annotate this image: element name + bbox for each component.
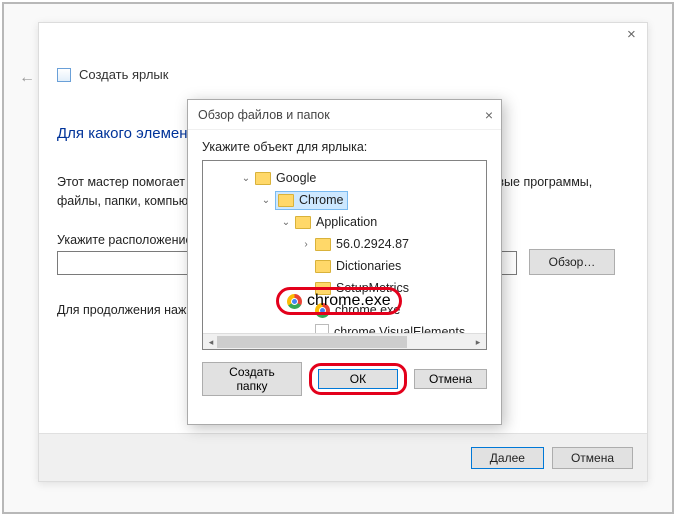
- dialog-titlebar: Обзор файлов и папок ×: [188, 100, 501, 130]
- chevron-down-icon[interactable]: ⌄: [241, 173, 251, 184]
- chevron-down-icon[interactable]: ⌄: [281, 217, 291, 228]
- highlight-chrome-exe: chrome.exe: [276, 287, 402, 315]
- folder-icon: [295, 216, 311, 229]
- dialog-prompt: Укажите объект для ярлыка:: [188, 130, 501, 160]
- tree-node-application[interactable]: ⌄ Application: [203, 211, 486, 233]
- scroll-right-icon[interactable]: ▸: [470, 334, 486, 350]
- tree-label: 56.0.2924.87: [336, 237, 409, 251]
- tree-node-google[interactable]: ⌄ Google: [203, 167, 486, 189]
- wizard-footer: Далее Отмена: [39, 433, 647, 481]
- dialog-buttons: Создать папку ОК Отмена: [188, 350, 501, 396]
- close-icon[interactable]: ×: [485, 107, 493, 123]
- back-icon[interactable]: ←: [19, 69, 35, 87]
- tree-node-chrome[interactable]: ⌄ Chrome: [203, 189, 486, 211]
- close-icon[interactable]: ×: [627, 29, 639, 41]
- wizard-title: Создать ярлык: [79, 67, 168, 82]
- wizard-title-row: Создать ярлык: [57, 67, 168, 82]
- tree-label: Chrome: [299, 193, 343, 207]
- dialog-cancel-button[interactable]: Отмена: [414, 369, 487, 389]
- create-folder-button[interactable]: Создать папку: [202, 362, 302, 396]
- folder-tree[interactable]: ⌄ Google ⌄ Chrome ⌄ Application ›: [202, 160, 487, 350]
- tree-node-dictionaries[interactable]: Dictionaries: [203, 255, 486, 277]
- tree-label: Dictionaries: [336, 259, 401, 273]
- tree-node-version[interactable]: › 56.0.2924.87: [203, 233, 486, 255]
- folder-icon: [255, 172, 271, 185]
- chrome-icon: [287, 294, 302, 309]
- tree-label: Application: [316, 215, 377, 229]
- ok-button[interactable]: ОК: [318, 369, 398, 389]
- chevron-down-icon[interactable]: ⌄: [261, 195, 271, 206]
- browse-button[interactable]: Обзор…: [529, 249, 615, 275]
- cancel-button[interactable]: Отмена: [552, 447, 633, 469]
- highlight-ok: ОК: [309, 363, 407, 395]
- folder-icon: [278, 194, 294, 207]
- next-button[interactable]: Далее: [471, 447, 544, 469]
- browse-dialog: Обзор файлов и папок × Укажите объект дл…: [187, 99, 502, 425]
- tree-label: Google: [276, 171, 316, 185]
- chevron-right-icon[interactable]: ›: [301, 239, 311, 250]
- folder-icon: [315, 260, 331, 273]
- scroll-thumb[interactable]: [217, 336, 407, 348]
- shortcut-icon: [57, 68, 71, 82]
- horizontal-scrollbar[interactable]: ◂ ▸: [203, 333, 486, 349]
- folder-icon: [315, 238, 331, 251]
- window-frame: × ← Создать ярлык Для какого элемента ну…: [2, 2, 674, 514]
- dialog-title: Обзор файлов и папок: [198, 108, 330, 122]
